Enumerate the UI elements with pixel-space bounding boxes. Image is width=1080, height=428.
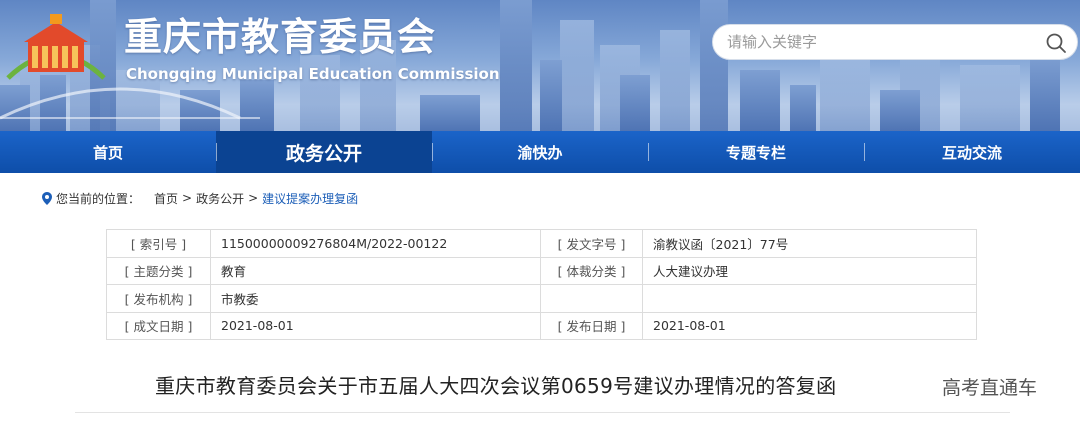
nav-item-interaction[interactable]: 互动交流 bbox=[864, 131, 1080, 173]
nav-item-home[interactable]: 首页 bbox=[0, 131, 216, 173]
table-row: [ 索引号 ] 11500000009276804M/2022-00122 [ … bbox=[106, 229, 977, 258]
site-subtitle: Chongqing Municipal Education Commission bbox=[126, 65, 500, 83]
title-divider bbox=[75, 412, 1010, 413]
article-title: 重庆市教育委员会关于市五届人大四次会议第0659号建议办理情况的答复函 bbox=[155, 374, 837, 398]
info-label-publish-date: [ 发布日期 ] bbox=[540, 311, 643, 340]
info-label-document-number: [ 发文字号 ] bbox=[540, 229, 643, 258]
table-row: [ 发布机构 ] 市教委 bbox=[106, 284, 977, 313]
nav-item-yukuaiban[interactable]: 渝快办 bbox=[432, 131, 648, 173]
nav-item-government-affairs[interactable]: 政务公开 bbox=[216, 131, 432, 173]
breadcrumb-item-current[interactable]: 建议提案办理复函 bbox=[262, 190, 358, 207]
info-value-genre: 人大建议办理 bbox=[642, 256, 977, 285]
info-label-publisher: [ 发布机构 ] bbox=[106, 284, 211, 313]
info-value-publisher: 市教委 bbox=[210, 284, 541, 313]
breadcrumb-separator: > bbox=[182, 191, 193, 205]
info-value-empty bbox=[642, 284, 977, 313]
main-nav: 首页 政务公开 渝快办 专题专栏 互动交流 bbox=[0, 131, 1080, 173]
info-label-written-date: [ 成文日期 ] bbox=[106, 311, 211, 340]
table-row: [ 主题分类 ] 教育 [ 体裁分类 ] 人大建议办理 bbox=[106, 256, 977, 285]
breadcrumb-separator: > bbox=[248, 191, 259, 205]
search-box bbox=[712, 24, 1078, 60]
commission-logo bbox=[6, 14, 106, 80]
info-label-index-number: [ 索引号 ] bbox=[106, 229, 211, 258]
breadcrumb-prefix: 您当前的位置： bbox=[56, 191, 141, 206]
table-row: [ 成文日期 ] 2021-08-01 [ 发布日期 ] 2021-08-01 bbox=[106, 311, 977, 340]
search-input[interactable] bbox=[727, 25, 1037, 59]
info-label-empty bbox=[540, 284, 643, 313]
nav-item-special-topics[interactable]: 专题专栏 bbox=[648, 131, 864, 173]
info-label-genre: [ 体裁分类 ] bbox=[540, 256, 643, 285]
info-label-topic: [ 主题分类 ] bbox=[106, 256, 211, 285]
info-value-written-date: 2021-08-01 bbox=[210, 311, 541, 340]
info-value-document-number: 渝教议函〔2021〕77号 bbox=[642, 229, 977, 258]
document-info-table: [ 索引号 ] 11500000009276804M/2022-00122 [ … bbox=[106, 229, 977, 340]
info-value-publish-date: 2021-08-01 bbox=[642, 311, 977, 340]
header-banner: 重庆市教育委员会 Chongqing Municipal Education C… bbox=[0, 0, 1080, 131]
info-value-topic: 教育 bbox=[210, 256, 541, 285]
breadcrumb-item-government-affairs[interactable]: 政务公开 bbox=[196, 190, 244, 207]
breadcrumb-item-home[interactable]: 首页 bbox=[154, 190, 178, 207]
site-title: 重庆市教育委员会 bbox=[124, 15, 437, 59]
search-icon[interactable] bbox=[1045, 32, 1067, 54]
breadcrumb: 您当前的位置： 首页 > 政务公开 > 建议提案办理复函 bbox=[42, 189, 358, 207]
info-value-index-number: 11500000009276804M/2022-00122 bbox=[210, 229, 541, 258]
location-pin-icon bbox=[42, 191, 52, 205]
watermark-text: 高考直通车 bbox=[942, 377, 1038, 399]
